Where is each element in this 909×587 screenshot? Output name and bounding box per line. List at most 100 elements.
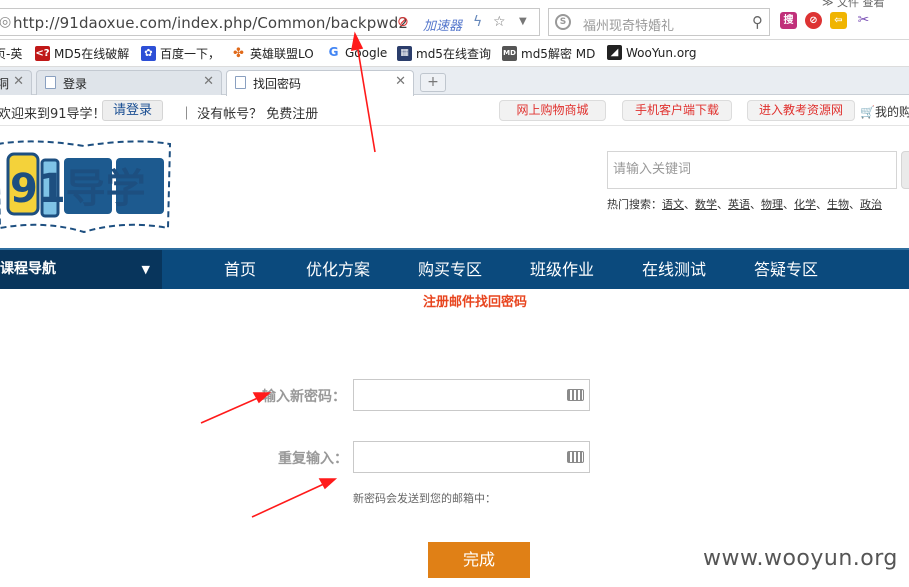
bookmark-item[interactable]: ✤ 英雄联盟LO	[231, 45, 314, 62]
bookmark-item[interactable]: <? MD5在线破解	[35, 45, 129, 62]
close-icon[interactable]: ✕	[395, 74, 406, 89]
register-prompt: ｜ 没有帐号？ 免费注册	[180, 103, 318, 122]
nav-buy[interactable]: 购买专区	[418, 250, 482, 289]
mobile-download-button[interactable]: 手机客户端下载	[622, 100, 732, 121]
site-search-button[interactable]	[901, 151, 909, 189]
tab[interactable]: 登录 ✕	[36, 70, 222, 95]
tab-strip: 洞 ✕ 登录 ✕ 找回密码 ✕ +	[0, 67, 909, 96]
site-logo[interactable]: 91导学	[0, 136, 174, 236]
cart-link[interactable]: 🛒我的购	[860, 103, 909, 120]
page-icon	[45, 76, 56, 89]
new-tab-button[interactable]: +	[420, 73, 446, 92]
bookmark-item[interactable]: 页-英	[0, 45, 22, 62]
new-password-field[interactable]	[353, 379, 590, 411]
keyboard-icon[interactable]	[567, 389, 584, 401]
hot-keyword[interactable]: 生物	[827, 198, 849, 211]
nav-home[interactable]: 首页	[224, 250, 256, 289]
baidu-paw-icon: ✿	[141, 46, 156, 61]
cart-label: 我的购	[874, 105, 909, 119]
md5-decrypt-icon: MD	[502, 46, 517, 61]
browser-search-text: 福州现奇特婚礼	[583, 19, 675, 34]
hot-label: 热门搜索：	[607, 198, 662, 211]
bookmark-label: MD5在线破解	[54, 47, 130, 61]
bookmarks-bar: 页-英 <? MD5在线破解 ✿ 百度一下， ✤ 英雄联盟LO G Google ▦ md…	[0, 40, 909, 67]
site-info-icon[interactable]: ◎	[0, 14, 11, 30]
hot-keyword[interactable]: 化学	[794, 198, 816, 211]
hot-keyword[interactable]: 英语	[728, 198, 750, 211]
nav-plan[interactable]: 优化方案	[306, 250, 370, 289]
grid-site-icon: ▦	[397, 46, 412, 61]
arrowhead-icon	[318, 478, 338, 490]
tab-label: 登录	[63, 77, 88, 91]
extension-icon[interactable]: 搜	[780, 12, 797, 29]
close-icon[interactable]: ✕	[203, 74, 214, 89]
bookmark-item[interactable]: MD md5解密 MD	[502, 45, 595, 62]
md5-site-icon: <?	[35, 46, 50, 61]
bookmark-label: 百度一下，	[160, 47, 221, 61]
shield-icon[interactable]: ⊘	[397, 14, 409, 30]
search-engine-icon[interactable]: S	[555, 14, 571, 30]
hot-keyword[interactable]: 数学	[695, 198, 717, 211]
address-bar[interactable]: ◎ http://91daoxue.com/index.php/Common/b…	[0, 8, 540, 36]
page-icon	[235, 76, 246, 89]
logo-text: 91导学	[10, 166, 146, 212]
hot-keyword[interactable]: 物理	[761, 198, 783, 211]
browser-search-box[interactable]: S 福州现奇特婚礼 ⚲	[548, 8, 770, 36]
nav-homework[interactable]: 班级作业	[530, 250, 594, 289]
annotation-arrow	[251, 482, 327, 518]
accelerator-label[interactable]: 加速器	[423, 15, 462, 34]
hot-keyword[interactable]: 政治	[860, 198, 882, 211]
shop-mall-button[interactable]: 网上购物商城	[499, 100, 606, 121]
repeat-password-label: 重复输入：	[278, 451, 348, 467]
form-title: 注册邮件找回密码	[423, 295, 528, 310]
bookmark-item[interactable]: ✿ 百度一下，	[141, 45, 220, 62]
site-search-input[interactable]	[608, 152, 878, 186]
cart-icon: 🛒	[860, 105, 875, 119]
register-prefix: ｜ 没有帐号？	[180, 107, 263, 122]
tab-label: 找回密码	[253, 77, 302, 91]
site-top-bar: 欢迎来到91导学！ 请登录 ｜ 没有帐号？ 免费注册 网上购物商城 手机客户端下…	[0, 96, 909, 126]
url-text[interactable]: http://91daoxue.com/index.php/Common/bac…	[13, 14, 408, 32]
new-password-label: 输入新密码：	[262, 389, 346, 405]
lightning-icon[interactable]: ϟ	[473, 14, 482, 30]
bookmark-label: Google	[345, 45, 388, 60]
keyboard-icon[interactable]	[567, 451, 584, 463]
course-nav-label: 课程导航	[0, 261, 56, 277]
register-link[interactable]: 免费注册	[266, 107, 318, 122]
hot-keyword[interactable]: 语文	[662, 198, 684, 211]
email-hint: 新密码会发送到您的邮箱中：	[353, 492, 496, 505]
bookmark-label: md5解密 MD	[521, 47, 596, 61]
scissors-icon[interactable]: ✂	[855, 12, 872, 29]
adblock-icon[interactable]: ⊘	[805, 12, 822, 29]
repeat-password-input[interactable]	[354, 442, 554, 472]
tab-label: 洞	[0, 77, 10, 91]
browser-toolbar: ◎ http://91daoxue.com/index.php/Common/b…	[0, 0, 909, 40]
star-icon[interactable]: ☆	[493, 14, 506, 30]
game-site-icon: ✤	[231, 46, 246, 61]
login-button[interactable]: 请登录	[102, 100, 164, 121]
welcome-text: 欢迎来到91导学！	[0, 107, 106, 122]
close-icon[interactable]: ✕	[13, 74, 24, 89]
browser-menu[interactable]: ≫ 文件 查看	[822, 0, 885, 10]
chevron-down-icon[interactable]: ▼	[519, 14, 527, 30]
main-nav: 课程导航 ▼ 首页 优化方案 购买专区 班级作业 在线测试 答疑专区	[0, 248, 909, 289]
bookmark-item[interactable]: ◢ WooYun.org	[607, 45, 697, 60]
bookmark-item[interactable]: G Google	[326, 45, 387, 60]
nav-test[interactable]: 在线测试	[642, 250, 706, 289]
site-search-box	[607, 151, 897, 189]
watermark: www.wooyun.org	[703, 546, 898, 571]
extension-icon[interactable]: ⇦	[830, 12, 847, 29]
tab[interactable]: 洞 ✕	[0, 70, 32, 95]
annotation-arrow	[200, 396, 261, 424]
nav-qa[interactable]: 答疑专区	[754, 250, 818, 289]
google-icon: G	[326, 45, 341, 60]
resource-site-button[interactable]: 进入教考资源网	[747, 100, 855, 121]
repeat-password-field[interactable]	[353, 441, 590, 473]
search-icon[interactable]: ⚲	[752, 13, 763, 31]
caret-down-icon: ▼	[141, 263, 150, 276]
tab-active[interactable]: 找回密码 ✕	[226, 70, 414, 96]
submit-button[interactable]: 完成	[428, 542, 530, 578]
course-nav-dropdown[interactable]: 课程导航 ▼	[0, 250, 162, 289]
new-password-input[interactable]	[354, 380, 554, 410]
bookmark-item[interactable]: ▦ md5在线查询	[397, 45, 491, 62]
